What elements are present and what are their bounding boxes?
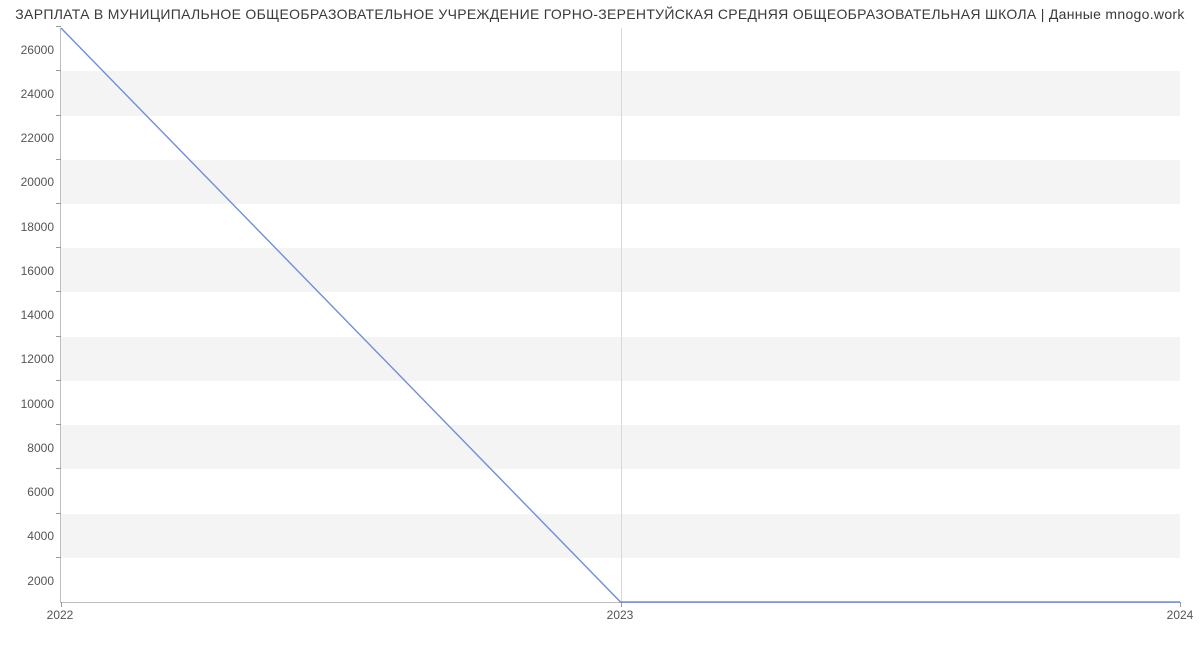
y-tick-label: 6000	[6, 485, 54, 499]
y-tick-label: 18000	[6, 220, 54, 234]
y-tick-label: 4000	[6, 529, 54, 543]
y-tick-label: 22000	[6, 131, 54, 145]
y-tick-label: 26000	[6, 43, 54, 57]
x-tick-label: 2023	[607, 608, 634, 622]
y-tick-label: 10000	[6, 397, 54, 411]
plot-area	[60, 28, 1180, 603]
y-tick-label: 8000	[6, 441, 54, 455]
y-tick-label: 16000	[6, 264, 54, 278]
y-tick-label: 20000	[6, 175, 54, 189]
data-line	[61, 28, 1180, 602]
x-tick	[61, 602, 62, 607]
chart-container: ЗАРПЛАТА В МУНИЦИПАЛЬНОЕ ОБЩЕОБРАЗОВАТЕЛ…	[0, 0, 1200, 650]
y-tick-label: 2000	[6, 574, 54, 588]
y-tick-label: 14000	[6, 308, 54, 322]
y-tick-label: 12000	[6, 352, 54, 366]
chart-title: ЗАРПЛАТА В МУНИЦИПАЛЬНОЕ ОБЩЕОБРАЗОВАТЕЛ…	[0, 6, 1200, 22]
x-tick	[621, 602, 622, 607]
y-tick-label: 24000	[6, 87, 54, 101]
x-tick-label: 2024	[1167, 608, 1194, 622]
x-tick-label: 2022	[47, 608, 74, 622]
y-tick	[56, 26, 61, 27]
x-tick	[1180, 602, 1181, 607]
